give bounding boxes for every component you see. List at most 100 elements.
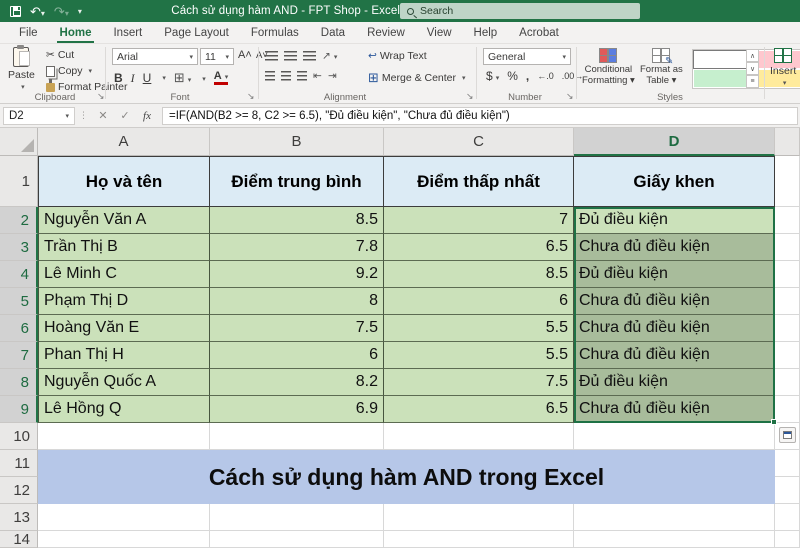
style-normal[interactable] <box>693 50 749 69</box>
cell-a10[interactable] <box>38 423 210 450</box>
cell-a9[interactable]: Lê Hồng Q <box>38 396 210 423</box>
cell-c13[interactable] <box>384 504 574 531</box>
percent-style-button[interactable]: % <box>507 69 518 83</box>
cell-c3[interactable]: 6.5 <box>384 234 574 261</box>
row-header-4[interactable]: 4 <box>0 261 38 288</box>
cut-button[interactable]: ✂ Cut <box>46 49 74 61</box>
name-box-dropdown-icon[interactable]: ▾ <box>65 112 69 120</box>
cell-empty[interactable] <box>775 531 800 548</box>
align-top-icon[interactable] <box>265 51 278 61</box>
cell-a7[interactable]: Phan Thị H <box>38 342 210 369</box>
cell-b5[interactable]: 8 <box>210 288 384 315</box>
cell-b1[interactable]: Điểm trung bình <box>210 156 384 207</box>
copy-button[interactable]: Copy ▾ <box>46 65 92 77</box>
format-as-table-button[interactable]: Format asTable ▾ <box>640 48 683 87</box>
column-header-e[interactable] <box>775 128 800 156</box>
cell-empty[interactable] <box>775 156 800 207</box>
cell-a13[interactable] <box>38 504 210 531</box>
fill-color-button[interactable]: ▾ <box>199 72 206 84</box>
cell-b4[interactable]: 9.2 <box>210 261 384 288</box>
clipboard-dialog-launcher-icon[interactable]: ↘ <box>97 91 105 102</box>
cell-c9[interactable]: 6.5 <box>384 396 574 423</box>
selection-border[interactable] <box>574 207 777 425</box>
cell-a3[interactable]: Trần Thị B <box>38 234 210 261</box>
row-header-8[interactable]: 8 <box>0 369 38 396</box>
row-header-2[interactable]: 2 <box>0 207 38 234</box>
cell-empty[interactable] <box>775 477 800 504</box>
underline-dropdown-icon[interactable]: ▾ <box>162 74 166 82</box>
tab-home[interactable]: Home <box>49 22 103 43</box>
paste-options-button[interactable] <box>779 427 796 443</box>
insert-function-icon[interactable]: fx <box>136 110 158 122</box>
merge-center-button[interactable]: ⊞ Merge & Center ▾ <box>368 70 466 86</box>
wrap-text-button[interactable]: ↩ Wrap Text <box>368 50 427 62</box>
row-header-6[interactable]: 6 <box>0 315 38 342</box>
cell-b14[interactable] <box>210 531 384 548</box>
insert-cells-button[interactable]: Insert ▾ <box>770 48 796 87</box>
cell-empty[interactable] <box>775 207 800 234</box>
row-header-5[interactable]: 5 <box>0 288 38 315</box>
row-header-9[interactable]: 9 <box>0 396 38 423</box>
column-header-d[interactable]: D <box>574 128 775 156</box>
row-header-10[interactable]: 10 <box>0 423 38 450</box>
row-header-3[interactable]: 3 <box>0 234 38 261</box>
orientation-icon[interactable]: ↗ ▾ <box>322 50 337 62</box>
tab-formulas[interactable]: Formulas <box>240 22 310 43</box>
align-center-icon[interactable] <box>281 71 291 81</box>
number-format-select[interactable]: General ▾ <box>483 48 571 65</box>
grow-font-button[interactable]: A˄ <box>238 49 252 61</box>
row-header-13[interactable]: 13 <box>0 504 38 531</box>
font-size-select[interactable]: 11 ▾ <box>200 48 234 65</box>
cell-c2[interactable]: 7 <box>384 207 574 234</box>
cell-empty[interactable] <box>775 234 800 261</box>
cell-c5[interactable]: 6 <box>384 288 574 315</box>
conditional-formatting-button[interactable]: Conditional Formatting ▾ <box>582 48 635 87</box>
font-name-select[interactable]: Arial ▾ <box>112 48 198 65</box>
cell-b3[interactable]: 7.8 <box>210 234 384 261</box>
name-box[interactable]: D2 ▾ <box>3 106 75 125</box>
borders-button[interactable]: ⊞ ▾ <box>174 70 191 86</box>
tab-acrobat[interactable]: Acrobat <box>508 22 570 43</box>
cell-a6[interactable]: Hoàng Văn E <box>38 315 210 342</box>
italic-button[interactable]: I <box>131 71 135 86</box>
column-header-c[interactable]: C <box>384 128 574 156</box>
align-middle-icon[interactable] <box>284 51 297 61</box>
cancel-icon[interactable]: ✕ <box>92 109 114 122</box>
accounting-format-button[interactable]: $ ▾ <box>486 69 499 83</box>
cell-b6[interactable]: 7.5 <box>210 315 384 342</box>
row-header-14[interactable]: 14 <box>0 531 38 548</box>
tab-data[interactable]: Data <box>310 22 356 43</box>
cell-a14[interactable] <box>38 531 210 548</box>
cell-b10[interactable] <box>210 423 384 450</box>
row-header-7[interactable]: 7 <box>0 342 38 369</box>
cell-empty[interactable] <box>775 261 800 288</box>
cell-a8[interactable]: Nguyễn Quốc A <box>38 369 210 396</box>
cell-a5[interactable]: Phạm Thị D <box>38 288 210 315</box>
search-box[interactable]: Search <box>400 3 640 19</box>
cell-empty[interactable] <box>775 504 800 531</box>
styles-scroll-down-icon[interactable]: ∨ <box>746 62 759 75</box>
tab-file[interactable]: File <box>8 22 49 43</box>
cell-a4[interactable]: Lê Minh C <box>38 261 210 288</box>
fill-handle[interactable] <box>771 419 777 425</box>
formula-input[interactable]: =IF(AND(B2 >= 8, C2 >= 6.5), "Đủ điều ki… <box>162 106 798 125</box>
cell-c10[interactable] <box>384 423 574 450</box>
column-header-a[interactable]: A <box>38 128 210 156</box>
cell-empty[interactable] <box>775 396 800 423</box>
align-right-icon[interactable] <box>297 71 307 81</box>
column-header-b[interactable]: B <box>210 128 384 156</box>
cell-empty[interactable] <box>775 450 800 477</box>
cell-a1[interactable]: Họ và tên <box>38 156 210 207</box>
cell-d10[interactable] <box>574 423 775 450</box>
decrease-decimal-button[interactable]: .00→ <box>562 71 584 81</box>
row-header-11[interactable]: 11 <box>0 450 38 477</box>
tab-help[interactable]: Help <box>463 22 509 43</box>
underline-button[interactable]: U <box>143 71 152 85</box>
tab-page-layout[interactable]: Page Layout <box>153 22 240 43</box>
cell-c4[interactable]: 8.5 <box>384 261 574 288</box>
increase-indent-icon[interactable]: ⇥ <box>328 70 337 82</box>
cell-empty[interactable] <box>775 288 800 315</box>
styles-more-icon[interactable]: ≡ <box>746 75 759 88</box>
cell-c7[interactable]: 5.5 <box>384 342 574 369</box>
row-header-12[interactable]: 12 <box>0 477 38 504</box>
